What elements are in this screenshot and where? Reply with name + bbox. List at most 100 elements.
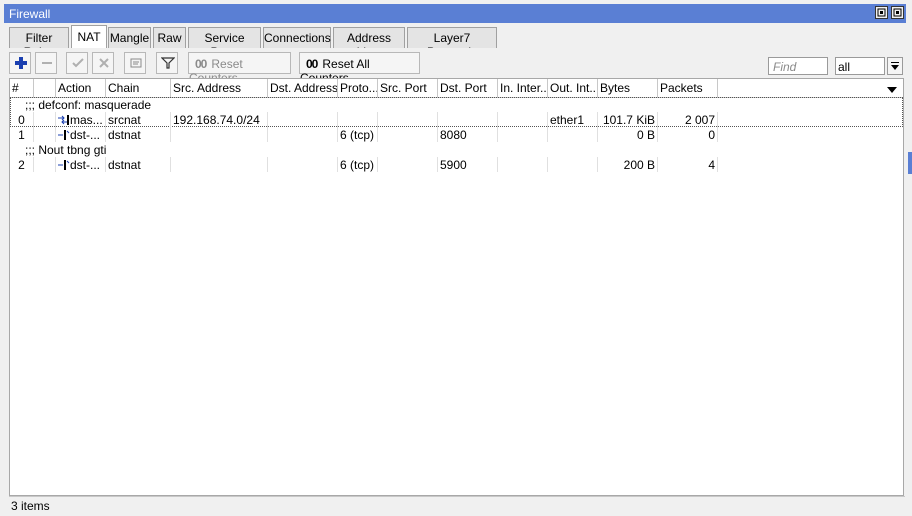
- rule-flags: [34, 112, 56, 127]
- rule-packets: 0: [658, 127, 718, 142]
- nat-rules-table: # Action Chain Src. Address Dst. Address…: [9, 78, 904, 496]
- filter-select-dropdown[interactable]: [887, 57, 903, 75]
- rule-src-address: [171, 157, 268, 172]
- plus-icon: [15, 57, 27, 69]
- comment-row[interactable]: ;;; Nout tbng gti: [10, 142, 903, 157]
- rule-in-interface: [498, 112, 548, 127]
- action-label: dst-...: [70, 128, 101, 142]
- close-icon: [893, 8, 902, 17]
- toolbar: 00Reset Counters 00Reset All Counters Fi…: [9, 48, 905, 85]
- triangle-down-icon: [887, 87, 897, 93]
- column-header[interactable]: Bytes: [598, 79, 658, 97]
- close-button[interactable]: [891, 6, 904, 19]
- find-input[interactable]: Find: [768, 57, 828, 75]
- masquerade-icon: [58, 115, 69, 125]
- filter-button[interactable]: [156, 52, 178, 74]
- dst-nat-icon: [58, 160, 70, 170]
- tab-raw[interactable]: Raw: [153, 27, 186, 48]
- column-header[interactable]: Src. Address: [171, 79, 268, 97]
- disable-button[interactable]: [92, 52, 114, 74]
- background-window-highlight: [908, 152, 912, 174]
- rule-in-interface: [498, 127, 548, 142]
- tab-layer7-protocols[interactable]: Layer7 Protocols: [407, 27, 497, 59]
- columns-menu-button[interactable]: [887, 83, 897, 97]
- reset-counters-button[interactable]: 00Reset Counters: [188, 52, 291, 85]
- column-header[interactable]: Dst. Port: [438, 79, 498, 97]
- rule-flags: [34, 157, 56, 172]
- restore-icon: [877, 8, 886, 17]
- tab-address-lists[interactable]: Address Lists: [333, 27, 405, 59]
- tab-nat[interactable]: NAT: [71, 25, 107, 48]
- dst-nat-icon: [58, 130, 70, 140]
- rule-comment: ;;; Nout tbng gti: [25, 143, 107, 157]
- check-icon: [72, 58, 84, 68]
- rule-src-port: [378, 157, 438, 172]
- rule-packets: 4: [658, 157, 718, 172]
- column-header[interactable]: #: [10, 79, 34, 97]
- counter-icon: 00: [195, 57, 207, 71]
- status-bar: 3 items: [9, 496, 905, 515]
- rule-bytes: 200 B: [598, 157, 658, 172]
- rule-protocol: 6 (tcp): [338, 127, 378, 142]
- tab-mangle[interactable]: Mangle: [108, 27, 151, 48]
- counter-icon: 00: [306, 57, 318, 71]
- table-row[interactable]: 2 dst-... dstnat 6 (tcp) 5900 200 B 4: [10, 157, 903, 172]
- funnel-icon: [161, 57, 175, 69]
- column-header[interactable]: Src. Port: [378, 79, 438, 97]
- restore-button[interactable]: [875, 6, 888, 19]
- remove-button[interactable]: [35, 52, 57, 74]
- rule-out-interface: [548, 127, 598, 142]
- tab-connections[interactable]: Connections: [263, 27, 331, 48]
- dropdown-arrow-icon: [891, 62, 899, 70]
- window-title: Firewall: [9, 7, 51, 21]
- column-header[interactable]: Proto...: [338, 79, 378, 97]
- rule-action: dst-...: [56, 127, 106, 142]
- item-count: 3 items: [11, 499, 50, 513]
- rule-out-interface: [548, 157, 598, 172]
- rule-flags: [34, 127, 56, 142]
- rule-number: 1: [10, 127, 34, 142]
- note-icon: [130, 58, 142, 68]
- tab-label: Mangle: [109, 31, 150, 45]
- column-header[interactable]: Action: [56, 79, 106, 97]
- rule-number: 0: [10, 112, 34, 127]
- rule-chain: dstnat: [106, 127, 171, 142]
- rule-out-interface: ether1: [548, 112, 598, 127]
- rule-src-address: 192.168.74.0/24: [171, 112, 268, 127]
- comment-button[interactable]: [124, 52, 146, 74]
- action-label: dst-...: [70, 158, 101, 172]
- rule-number: 2: [10, 157, 34, 172]
- column-header[interactable]: Out. Int...: [548, 79, 598, 97]
- table-row[interactable]: 1 dst-... dstnat 6 (tcp) 8080 0 B 0: [10, 127, 903, 142]
- column-header[interactable]: In. Inter...: [498, 79, 548, 97]
- action-label: mas...: [70, 113, 103, 127]
- rule-dst-port: [438, 112, 498, 127]
- column-header[interactable]: Dst. Address: [268, 79, 338, 97]
- comment-row[interactable]: ;;; defconf: masquerade: [10, 97, 903, 112]
- cross-icon: [99, 58, 109, 68]
- column-header[interactable]: [34, 79, 56, 97]
- rule-action: mas...: [56, 112, 106, 127]
- background-window-edge: [906, 0, 912, 516]
- rule-dst-address: [268, 157, 338, 172]
- enable-button[interactable]: [66, 52, 88, 74]
- rule-action: dst-...: [56, 157, 106, 172]
- reset-all-counters-button[interactable]: 00Reset All Counters: [299, 52, 420, 85]
- tab-service-ports[interactable]: Service Ports: [188, 27, 261, 59]
- rule-protocol: [338, 112, 378, 127]
- tab-filter-rules[interactable]: Filter Rules: [9, 27, 69, 59]
- column-header[interactable]: Packets: [658, 79, 718, 97]
- column-header[interactable]: Chain: [106, 79, 171, 97]
- rule-packets: 2 007: [658, 112, 718, 127]
- table-row[interactable]: 0 mas... srcnat 192.168.74.0/24 ether1 1…: [10, 112, 903, 127]
- rule-chain: dstnat: [106, 157, 171, 172]
- table-header: # Action Chain Src. Address Dst. Address…: [10, 79, 903, 98]
- rule-in-interface: [498, 157, 548, 172]
- add-button[interactable]: [9, 52, 31, 74]
- rule-protocol: 6 (tcp): [338, 157, 378, 172]
- window-titlebar: Firewall: [4, 4, 908, 23]
- rule-dst-address: [268, 127, 338, 142]
- tab-label: Connections: [264, 31, 331, 45]
- minus-icon: [42, 62, 52, 64]
- filter-select[interactable]: all: [835, 57, 885, 75]
